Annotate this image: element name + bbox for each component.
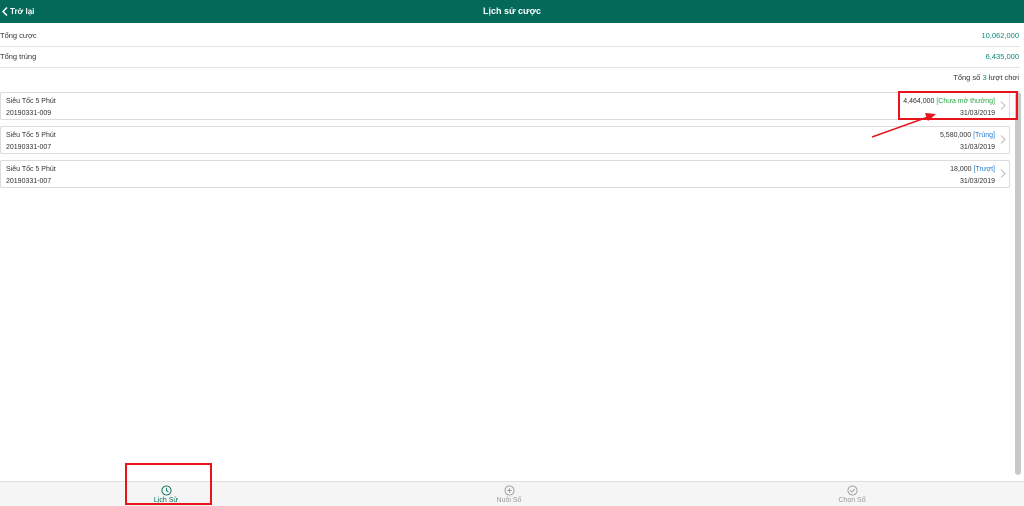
- annotation-arrow-icon: [871, 113, 936, 138]
